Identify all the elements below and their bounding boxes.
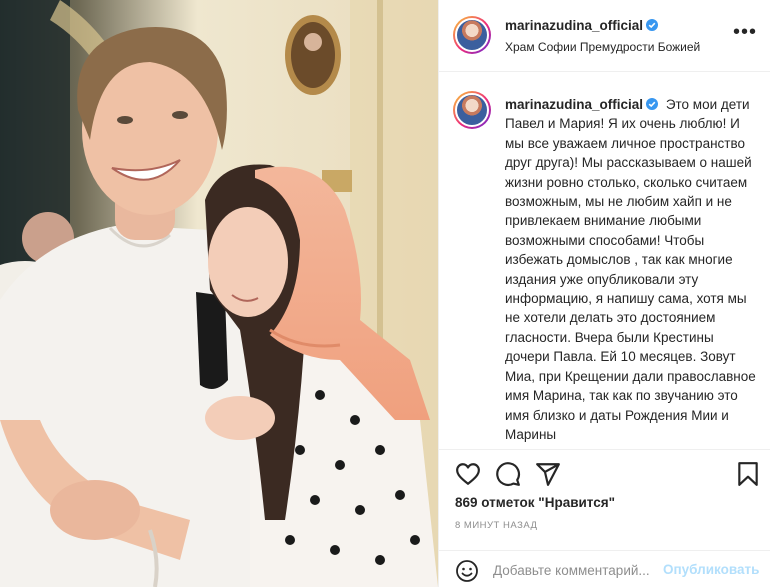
comment-input[interactable] [493,560,663,580]
post-actions: 869 отметок "Нравится" 8 МИНУТ НАЗАД Опу… [439,449,770,587]
comment-icon[interactable] [495,461,521,487]
bookmark-icon[interactable] [735,461,761,487]
caption-text: Это мои дети Павел и Мария! Я их очень л… [505,97,756,442]
share-icon[interactable] [535,461,561,487]
post-location[interactable]: Храм Софии Премудрости Божией [505,40,700,54]
likes-count[interactable]: 869 отметок "Нравится" [455,495,615,510]
post-header: marinazudina_official Храм Софии Премудр… [439,0,770,72]
post-photo[interactable] [0,0,438,587]
post-timestamp[interactable]: 8 МИНУТ НАЗАД [455,520,537,531]
heart-icon[interactable] [455,461,481,487]
more-options-icon[interactable]: ••• [733,22,757,42]
header-username[interactable]: marinazudina_official [505,18,659,33]
avatar[interactable] [453,16,491,54]
caption-username-text[interactable]: marinazudina_official [505,97,643,112]
add-comment-row: Опубликовать [439,550,770,587]
post-side-panel: marinazudina_official Храм Софии Премудр… [438,0,770,587]
post-photo-illustration [0,0,438,587]
caption-username[interactable]: marinazudina_official [505,97,659,112]
post-caption: marinazudina_official Это мои дети Павел… [505,95,761,444]
verified-badge-icon [646,98,659,110]
caption-avatar[interactable] [453,91,491,129]
verified-badge-icon [646,19,659,31]
comments-area[interactable]: marinazudina_official Это мои дети Павел… [439,73,770,449]
publish-button[interactable]: Опубликовать [663,562,759,577]
emoji-icon[interactable] [455,559,479,583]
header-username-text[interactable]: marinazudina_official [505,18,643,33]
